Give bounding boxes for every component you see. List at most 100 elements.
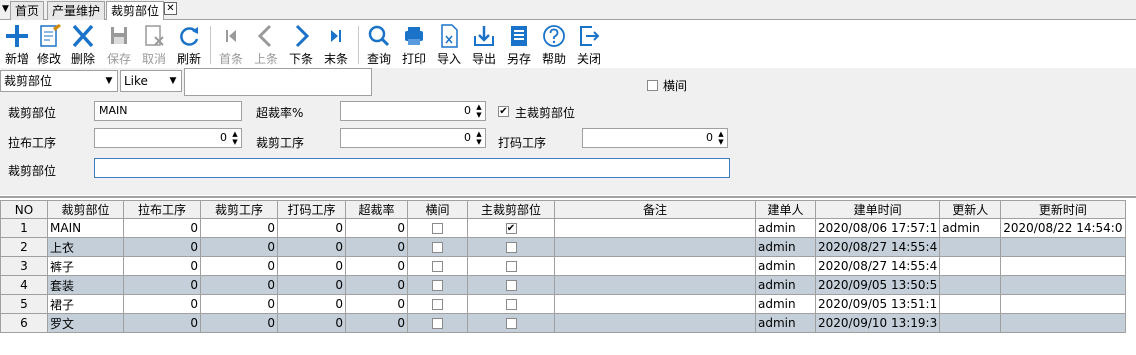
row-number-cell[interactable]: 3 xyxy=(0,256,48,276)
spread-cell[interactable]: 0 xyxy=(123,218,201,238)
hengjian-cell[interactable] xyxy=(407,237,468,257)
main-part-checkbox[interactable] xyxy=(505,299,517,310)
creator-cell[interactable]: admin xyxy=(755,218,816,238)
main-part-cell[interactable] xyxy=(467,275,555,295)
tab-menu-triangle-icon[interactable]: ▼ xyxy=(2,3,10,15)
part-cell[interactable]: 裤子 xyxy=(47,256,124,276)
table-row[interactable]: 3 裤子 0 0 0 0 admin 2020/08/27 14:55:4 xyxy=(0,256,1126,276)
code-cell[interactable]: 0 xyxy=(277,313,346,333)
tab-production[interactable]: 产量维护 xyxy=(47,1,106,20)
hengjian-filter-checkbox[interactable] xyxy=(647,80,658,91)
cut-cell[interactable]: 0 xyxy=(200,275,278,295)
delete-button[interactable]: 删除 xyxy=(66,22,100,66)
over-rate-cell[interactable]: 0 xyxy=(345,237,408,257)
updated-time-cell[interactable] xyxy=(1000,275,1126,295)
hengjian-cell[interactable] xyxy=(407,294,468,314)
row-number-cell[interactable]: 6 xyxy=(0,313,48,333)
spread-cell[interactable]: 0 xyxy=(123,237,201,257)
note-cell[interactable] xyxy=(554,256,756,276)
close-icon[interactable]: ✕ xyxy=(164,2,177,15)
table-row[interactable]: 4 套装 0 0 0 0 admin 2020/09/05 13:50:5 xyxy=(0,275,1126,295)
over-rate-cell[interactable]: 0 xyxy=(345,294,408,314)
spinner-arrows-icon[interactable]: ▲ ▼ xyxy=(475,130,483,146)
cut-cell[interactable]: 0 xyxy=(200,256,278,276)
main-part-checkbox[interactable] xyxy=(505,318,517,329)
created-time-cell[interactable]: 2020/08/27 14:55:4 xyxy=(814,237,941,257)
hengjian-cell[interactable] xyxy=(407,256,468,276)
hengjian-cell[interactable] xyxy=(407,275,468,295)
chevron-down-icon[interactable]: ▼ xyxy=(101,71,117,91)
cut-process-stepper[interactable]: 0 ▲ ▼ xyxy=(340,128,486,148)
tab-home[interactable]: 首页 xyxy=(10,1,45,20)
updater-cell[interactable] xyxy=(939,237,1002,257)
tab-cut-parts[interactable]: 裁剪部位 xyxy=(106,1,165,21)
cut-cell[interactable]: 0 xyxy=(200,294,278,314)
part-cell[interactable]: 套装 xyxy=(47,275,124,295)
spread-cell[interactable]: 0 xyxy=(123,313,201,333)
over-rate-cell[interactable]: 0 xyxy=(345,256,408,276)
over-rate-cell[interactable]: 0 xyxy=(345,313,408,333)
over-rate-cell[interactable]: 0 xyxy=(345,218,408,238)
note-cell[interactable] xyxy=(554,275,756,295)
hengjian-checkbox[interactable] xyxy=(432,318,443,329)
created-time-cell[interactable]: 2020/08/27 14:55:4 xyxy=(814,256,941,276)
updater-cell[interactable] xyxy=(939,313,1002,333)
hengjian-checkbox[interactable] xyxy=(432,299,443,310)
table-row[interactable]: 6 罗文 0 0 0 0 admin 2020/09/10 13:19:3 xyxy=(0,313,1126,333)
hengjian-cell[interactable] xyxy=(407,218,468,238)
main-part-cell[interactable] xyxy=(467,237,555,257)
creator-cell[interactable]: admin xyxy=(755,275,816,295)
over-rate-stepper[interactable]: 0 ▲ ▼ xyxy=(340,101,486,121)
column-header[interactable]: NO xyxy=(0,200,48,219)
spread-process-stepper[interactable]: 0 ▲ ▼ xyxy=(94,128,242,148)
note-cell[interactable] xyxy=(554,237,756,257)
spinner-arrows-icon[interactable]: ▲ ▼ xyxy=(231,130,239,146)
filter-value-input[interactable] xyxy=(184,68,372,96)
updater-cell[interactable] xyxy=(939,294,1002,314)
created-time-cell[interactable]: 2020/09/05 13:51:1 xyxy=(814,294,941,314)
hengjian-checkbox[interactable] xyxy=(432,261,443,272)
created-time-cell[interactable]: 2020/09/05 13:50:5 xyxy=(814,275,941,295)
main-part-cell[interactable]: ✔ xyxy=(467,218,555,238)
filter-field-select[interactable]: 裁剪部位 ▼ xyxy=(0,70,118,92)
updater-cell[interactable] xyxy=(939,256,1002,276)
part-cell[interactable]: MAIN xyxy=(47,218,124,238)
spread-cell[interactable]: 0 xyxy=(123,275,201,295)
row-number-cell[interactable]: 1 xyxy=(0,218,48,238)
column-header[interactable]: 裁剪工序 xyxy=(200,200,278,219)
creator-cell[interactable]: admin xyxy=(755,256,816,276)
cut-cell[interactable]: 0 xyxy=(200,237,278,257)
spinner-arrows-icon[interactable]: ▲ ▼ xyxy=(475,103,483,119)
updated-time-cell[interactable] xyxy=(1000,256,1126,276)
main-part-checkbox[interactable] xyxy=(505,242,517,253)
column-header[interactable]: 打码工序 xyxy=(277,200,346,219)
hengjian-checkbox[interactable] xyxy=(432,223,443,234)
part-cell[interactable]: 上衣 xyxy=(47,237,124,257)
main-part-checkbox[interactable] xyxy=(505,261,517,272)
close-button[interactable]: 关闭 xyxy=(572,22,606,66)
table-row[interactable]: 5 裙子 0 0 0 0 admin 2020/09/05 13:51:1 xyxy=(0,294,1126,314)
updated-time-cell[interactable] xyxy=(1000,294,1126,314)
table-row[interactable]: 2 上衣 0 0 0 0 admin 2020/08/27 14:55:4 xyxy=(0,237,1126,257)
code-process-stepper[interactable]: 0 ▲ ▼ xyxy=(582,128,728,148)
column-header[interactable]: 备注 xyxy=(554,200,756,219)
hengjian-checkbox[interactable] xyxy=(432,280,443,291)
column-header[interactable]: 建单时间 xyxy=(814,200,941,219)
filter-operator-select[interactable]: Like ▼ xyxy=(120,70,182,92)
last-button[interactable]: 末条 xyxy=(319,22,353,66)
updated-time-cell[interactable]: 2020/08/22 14:54:0 xyxy=(1000,218,1126,238)
spread-cell[interactable]: 0 xyxy=(123,294,201,314)
part-cell[interactable]: 罗文 xyxy=(47,313,124,333)
code-cell[interactable]: 0 xyxy=(277,256,346,276)
chevron-down-icon[interactable]: ▼ xyxy=(165,71,181,91)
column-header[interactable]: 裁剪部位 xyxy=(47,200,124,219)
note-cell[interactable] xyxy=(554,313,756,333)
created-time-cell[interactable]: 2020/09/10 13:19:3 xyxy=(814,313,941,333)
updated-time-cell[interactable] xyxy=(1000,313,1126,333)
column-header[interactable]: 建单人 xyxy=(755,200,816,219)
code-cell[interactable]: 0 xyxy=(277,237,346,257)
note-cell[interactable] xyxy=(554,294,756,314)
hengjian-checkbox[interactable] xyxy=(432,242,443,253)
row-number-cell[interactable]: 4 xyxy=(0,275,48,295)
spread-cell[interactable]: 0 xyxy=(123,256,201,276)
